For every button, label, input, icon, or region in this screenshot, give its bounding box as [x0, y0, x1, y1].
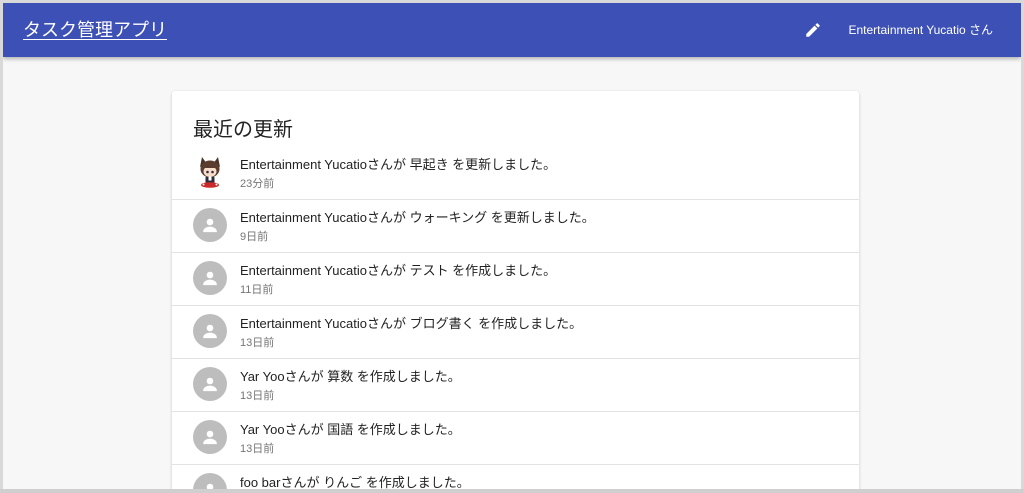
update-time: 13日前	[240, 443, 275, 455]
recent-updates-card: 最近の更新 Entertainment Yucatioさんが 早起き を更新しま…	[172, 91, 859, 490]
update-text: Entertainment Yucatioさんが 早起き を更新しました。	[240, 157, 557, 172]
pencil-icon	[806, 23, 820, 37]
card-title: 最近の更新	[193, 117, 293, 141]
update-text: Yar Yooさんが 国語 を作成しました。	[240, 422, 461, 437]
update-time: 13日前	[240, 390, 275, 402]
update-time: 23分前	[240, 178, 275, 190]
update-text: Entertainment Yucatioさんが ウォーキング を更新しました。	[240, 210, 595, 225]
person-icon	[193, 314, 227, 348]
update-text: Entertainment Yucatioさんが テスト を作成しました。	[240, 263, 557, 278]
edit-button[interactable]	[799, 16, 827, 44]
person-icon	[193, 208, 227, 242]
list-item[interactable]: Entertainment Yucatioさんが テスト を作成しました。 11…	[172, 253, 859, 306]
list-item[interactable]: Yar Yooさんが 国語 を作成しました。 13日前	[172, 412, 859, 465]
list-item[interactable]: foo barさんが りんご を作成しました。	[172, 465, 859, 490]
update-text: foo barさんが りんご を作成しました。	[240, 475, 470, 490]
person-icon	[193, 420, 227, 454]
person-icon	[193, 367, 227, 401]
person-icon	[193, 473, 227, 490]
window-bottom-edge	[0, 489, 1024, 493]
app-window: タスク管理アプリ Entertainment Yucatio さん 最近の更新	[3, 3, 1021, 490]
character-avatar	[193, 155, 227, 189]
app-title-link[interactable]: タスク管理アプリ	[23, 16, 167, 42]
list-item[interactable]: Entertainment Yucatioさんが 早起き を更新しました。 23…	[172, 147, 859, 200]
update-text: Yar Yooさんが 算数 を作成しました。	[240, 369, 461, 384]
list-item[interactable]: Entertainment Yucatioさんが ウォーキング を更新しました。…	[172, 200, 859, 253]
update-time: 11日前	[240, 284, 274, 296]
list-item[interactable]: Yar Yooさんが 算数 を作成しました。 13日前	[172, 359, 859, 412]
update-time: 9日前	[240, 231, 269, 243]
update-time: 13日前	[240, 337, 275, 349]
person-icon	[193, 261, 227, 295]
update-list: Entertainment Yucatioさんが 早起き を更新しました。 23…	[172, 147, 859, 490]
app-bar: タスク管理アプリ Entertainment Yucatio さん	[3, 3, 1021, 57]
user-name-label: Entertainment Yucatio さん	[848, 23, 993, 37]
update-text: Entertainment Yucatioさんが ブログ書く を作成しました。	[240, 316, 583, 331]
list-item[interactable]: Entertainment Yucatioさんが ブログ書く を作成しました。 …	[172, 306, 859, 359]
